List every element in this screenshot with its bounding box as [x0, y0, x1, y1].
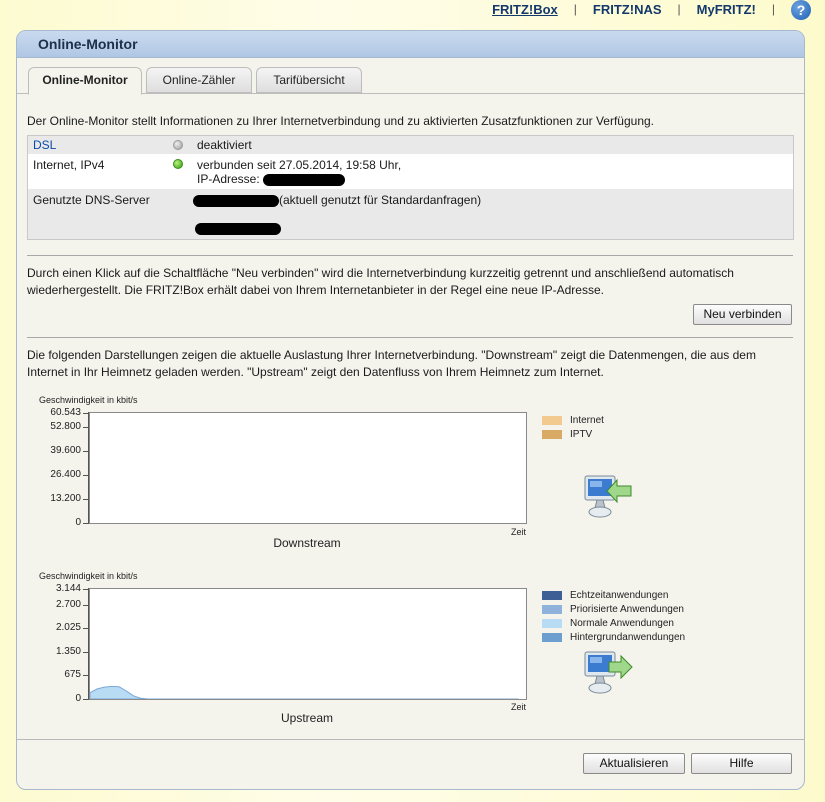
top-navigation: FRITZ!Box | FRITZ!NAS | MyFRITZ! | ? — [476, 0, 811, 20]
dns-note: (aktuell genutzt für Standardanfragen) — [279, 193, 482, 207]
us-legend-label: Echtzeitanwendungen — [570, 589, 669, 601]
redacted-ip-address — [263, 173, 346, 186]
nav-link-myfritz[interactable]: MyFRITZ! — [697, 2, 756, 17]
us-legend-label: Normale Anwendungen — [570, 617, 674, 629]
ds-y-tick-label: 0 — [75, 517, 81, 528]
us-legend-swatch — [542, 604, 562, 614]
nav-separator: | — [677, 2, 681, 16]
us-y-tick-label: 2.700 — [55, 598, 81, 610]
computer-upload-icon — [584, 651, 633, 694]
us-legend-swatch — [542, 590, 562, 600]
nav-link-fritznas[interactable]: FRITZ!NAS — [593, 2, 662, 17]
status-row-dsl: DSL deaktiviert — [28, 136, 793, 154]
help-icon[interactable]: ? — [791, 0, 811, 20]
us-y-tick-label: 675 — [64, 669, 81, 681]
help-button[interactable]: Hilfe — [691, 753, 792, 774]
tab-tarifuebersicht[interactable]: Tarifübersicht — [256, 67, 362, 93]
dns-values: (aktuell genutzt für Standardanfragen) — [193, 193, 481, 207]
ds-legend-swatch — [542, 429, 562, 439]
us-y-tick-label: 2.025 — [55, 622, 81, 634]
dns-label: Genutzte DNS-Server — [33, 193, 150, 207]
redacted-dns-primary — [193, 194, 279, 207]
us-legend-swatch — [542, 632, 562, 642]
ds-legend-item: Internet — [542, 413, 604, 427]
downstream-plot-svg — [90, 413, 526, 523]
ds-legend-item: IPTV — [542, 427, 604, 441]
charts-intro-text: Die folgenden Darstellungen zeigen die a… — [27, 348, 756, 379]
panel-title: Online-Monitor — [38, 36, 138, 52]
divider — [27, 255, 793, 256]
ds-y-tick-label: 13.200 — [50, 493, 81, 505]
ds-legend-label: Internet — [570, 414, 604, 426]
ds-y-tick-label: 39.600 — [50, 445, 81, 457]
us-legend-item: Normale Anwendungen — [542, 616, 685, 630]
downstream-legend: Internet IPTV — [542, 413, 604, 441]
refresh-button[interactable]: Aktualisieren — [583, 753, 685, 774]
intro-text: Der Online-Monitor stellt Informationen … — [27, 114, 655, 128]
ds-legend-swatch — [542, 415, 562, 425]
upstream-legend: Echtzeitanwendungen Priorisierte Anwendun… — [542, 588, 685, 644]
us-y-tick-label: 0 — [75, 693, 81, 704]
status-row-dns: Genutzte DNS-Server (aktuell genutzt für… — [28, 189, 793, 239]
us-legend-item: Echtzeitanwendungen — [542, 588, 685, 602]
status-indicator-grey-icon — [173, 140, 183, 150]
ip-address-label: IP-Adresse: — [197, 172, 260, 186]
divider — [27, 337, 793, 338]
panel-header: Online-Monitor — [17, 31, 804, 58]
upstream-plot-area — [89, 588, 527, 700]
reconnect-text: Durch einen Klick auf die Schaltfläche "… — [27, 266, 734, 297]
online-monitor-panel: Online-Monitor Online-Monitor Online-Zäh… — [16, 30, 805, 790]
status-row-internet: Internet, IPv4 verbunden seit 27.05.2014… — [28, 154, 793, 189]
downstream-x-axis-label: Zeit — [511, 527, 527, 537]
reconnect-button[interactable]: Neu verbinden — [693, 304, 792, 325]
upstream-y-axis-title: Geschwindigkeit in kbit/s — [39, 571, 138, 581]
downstream-chart-title: Downstream — [273, 536, 341, 550]
tab-online-monitor[interactable]: Online-Monitor — [28, 67, 142, 95]
us-legend-swatch — [542, 618, 562, 628]
nav-link-fritzbox[interactable]: FRITZ!Box — [492, 2, 558, 17]
us-y-tick-label: 3.144 — [55, 583, 81, 594]
upstream-plot-svg — [89, 685, 519, 700]
ds-legend-label: IPTV — [570, 428, 593, 440]
upstream-chart-title: Upstream — [280, 711, 333, 725]
nav-separator: | — [771, 2, 775, 16]
upstream-x-axis-label: Zeit — [511, 702, 527, 712]
tab-online-zaehler[interactable]: Online-Zähler — [146, 67, 252, 93]
us-legend-label: Priorisierte Anwendungen — [570, 603, 684, 615]
connection-status-table: DSL deaktiviert Internet, IPv4 verbunden… — [27, 135, 794, 240]
dsl-link[interactable]: DSL — [33, 138, 56, 152]
us-series-area-2 — [89, 685, 519, 700]
footer-divider — [17, 739, 804, 740]
internet-status-value: verbunden seit 27.05.2014, 19:58 Uhr, IP… — [197, 158, 401, 186]
us-legend-item: Hintergrundanwendungen — [542, 630, 685, 644]
nav-separator: | — [573, 2, 577, 16]
internet-connected-since: verbunden seit 27.05.2014, 19:58 Uhr, — [197, 158, 402, 172]
status-indicator-green-icon — [173, 159, 183, 169]
us-legend-label: Hintergrundanwendungen — [570, 631, 686, 643]
ds-y-tick-label: 26.400 — [50, 469, 81, 481]
internet-label: Internet, IPv4 — [33, 158, 105, 172]
downstream-y-axis-title: Geschwindigkeit in kbit/s — [39, 395, 138, 405]
ds-y-tick-label: 52.800 — [50, 421, 81, 433]
us-y-tick-label: 1.350 — [55, 645, 81, 657]
dsl-status-value: deaktiviert — [197, 138, 252, 152]
redacted-dns-secondary — [195, 223, 281, 235]
computer-download-icon — [584, 475, 632, 518]
downstream-plot-area — [89, 412, 527, 524]
ds-y-tick-label: 60.543 — [50, 407, 81, 418]
us-legend-item: Priorisierte Anwendungen — [542, 602, 685, 616]
